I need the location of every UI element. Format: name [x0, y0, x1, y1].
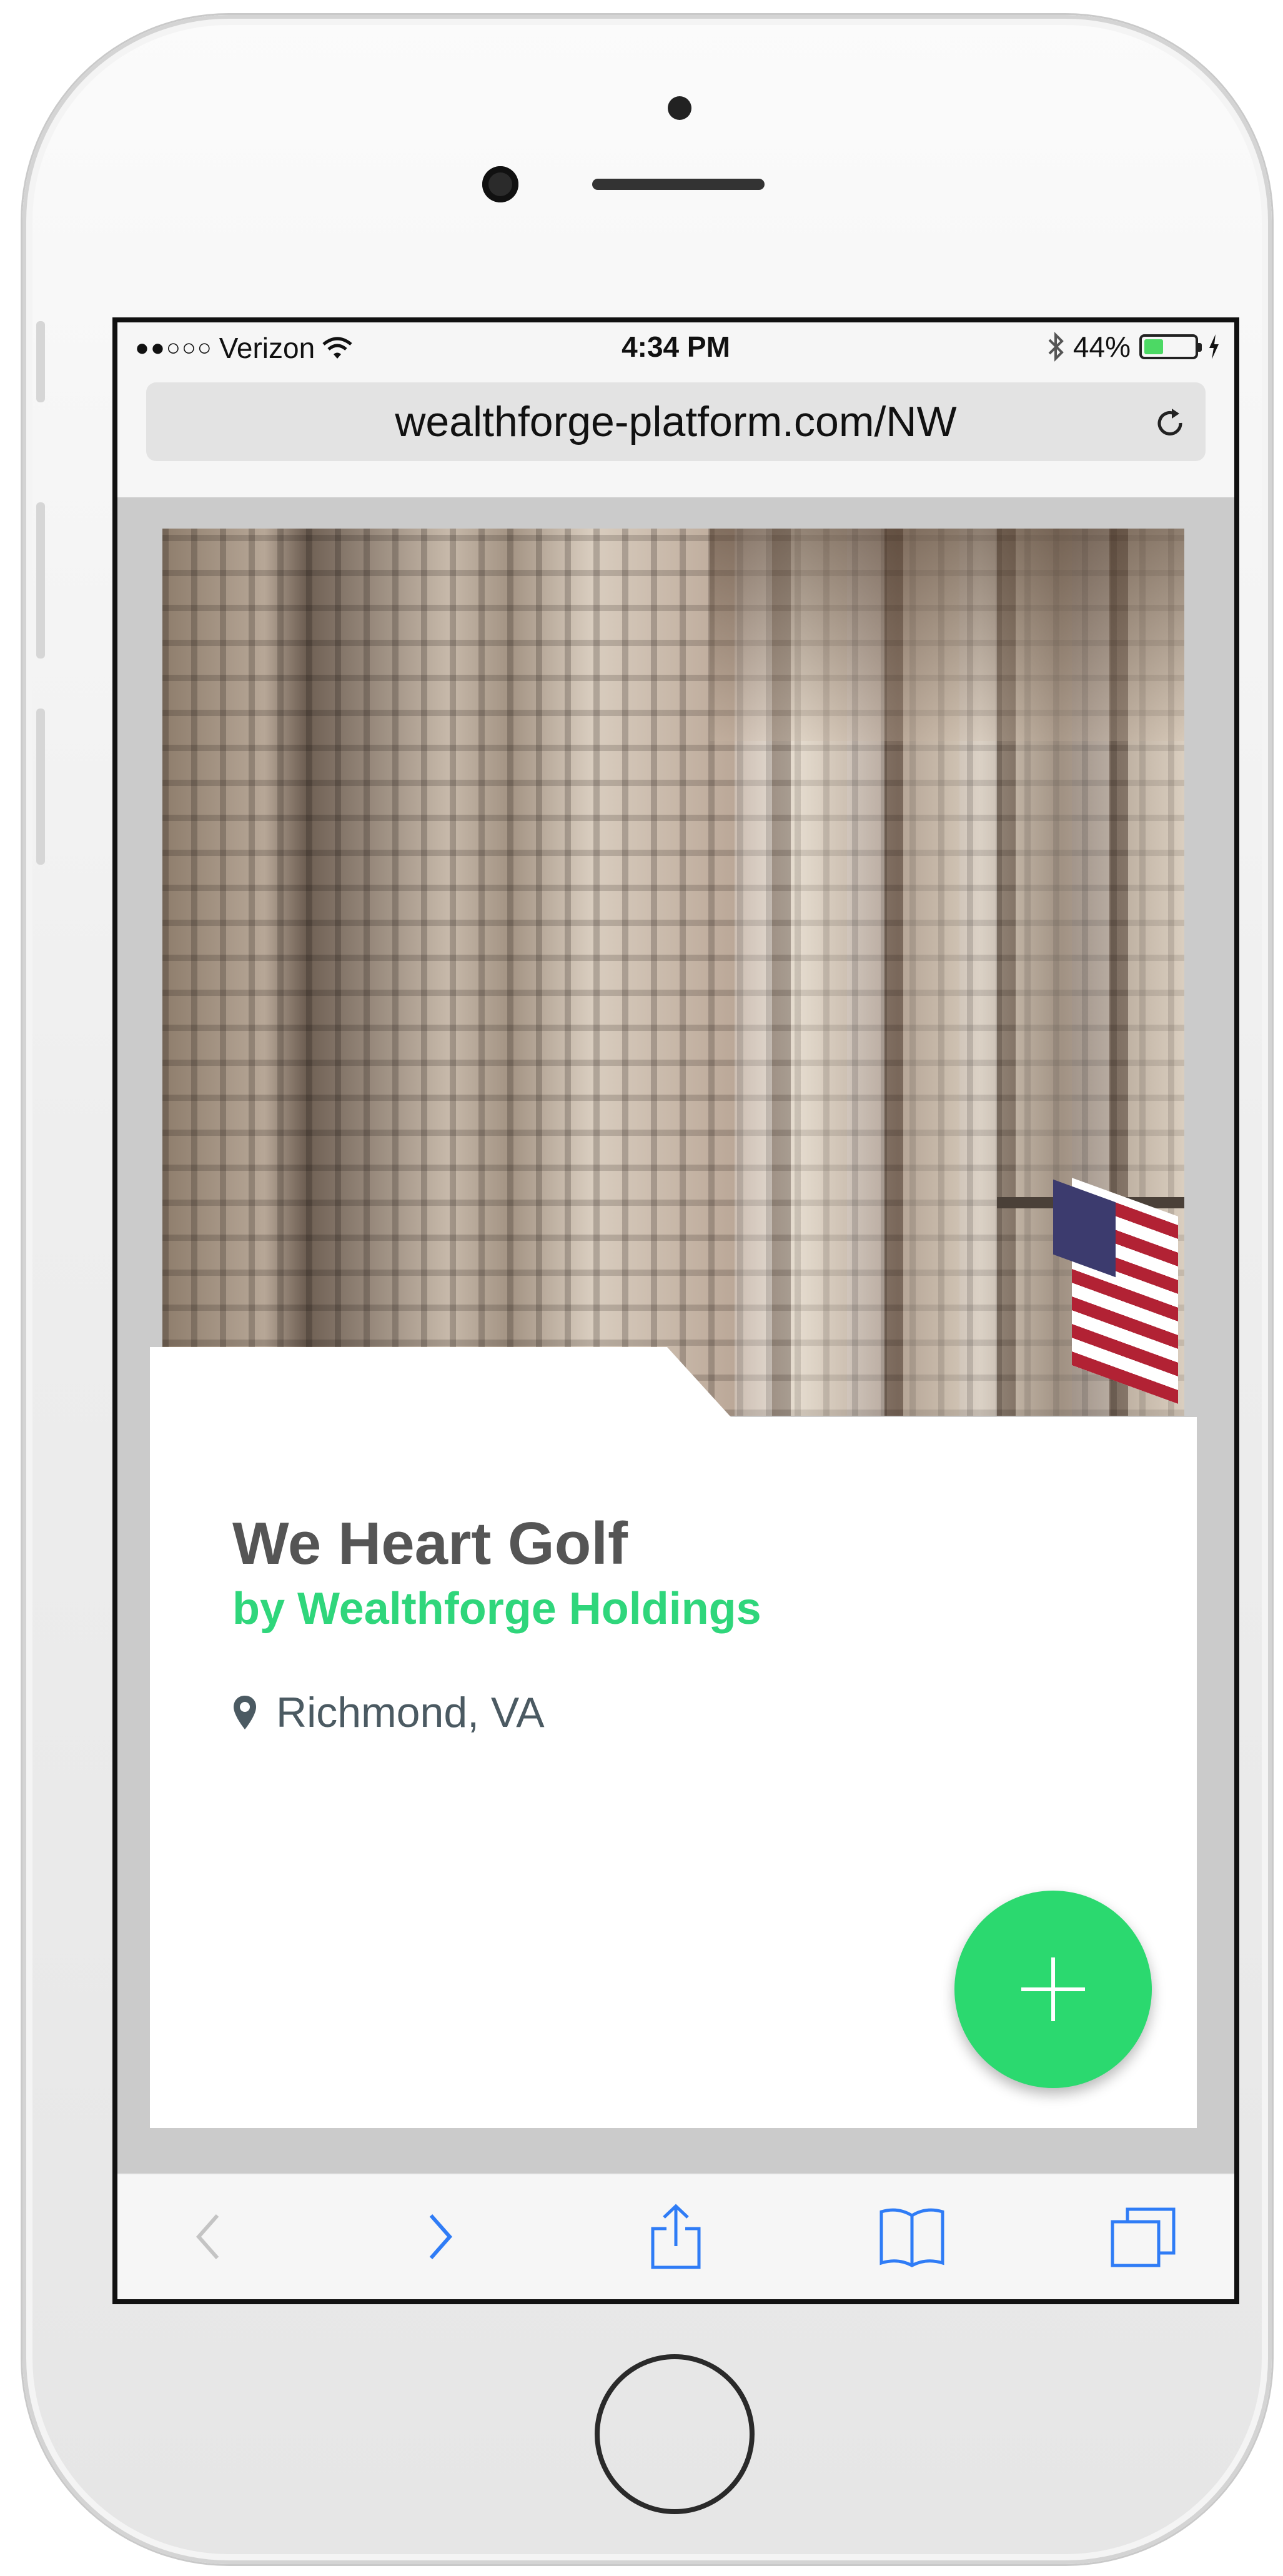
forward-button[interactable] — [402, 2199, 477, 2274]
mute-switch — [36, 321, 45, 402]
battery-level — [1144, 339, 1163, 354]
tabs-icon — [1111, 2207, 1176, 2267]
chevron-left-icon — [196, 2214, 219, 2259]
bookmarks-button[interactable] — [874, 2199, 949, 2274]
hero-image — [162, 529, 1184, 1416]
offering-title: We Heart Golf — [232, 1510, 628, 1577]
location-text: Richmond, VA — [276, 1689, 545, 1736]
book-icon — [879, 2208, 944, 2267]
battery-icon — [1139, 334, 1202, 359]
phone-frame: ●●○○○ Verizon 4:34 PM 44% wealthforge-pl… — [22, 15, 1272, 2564]
battery-cap — [1198, 343, 1202, 352]
url-text[interactable]: wealthforge-platform.com/NW — [395, 397, 956, 446]
building-entablature — [710, 529, 1184, 741]
tabs-button[interactable] — [1106, 2199, 1181, 2274]
add-button[interactable] — [954, 1891, 1152, 2088]
reload-icon[interactable] — [1152, 405, 1188, 441]
proximity-sensor — [668, 96, 691, 120]
earpiece-speaker — [592, 179, 765, 190]
offering-location: Richmond, VA — [232, 1688, 545, 1737]
back-button[interactable] — [171, 2199, 246, 2274]
status-bar: ●●○○○ Verizon 4:34 PM 44% — [117, 322, 1234, 372]
share-icon — [651, 2204, 701, 2269]
offering-issuer[interactable]: by Wealthforge Holdings — [232, 1583, 761, 1634]
bluetooth-icon — [1048, 332, 1064, 362]
front-camera — [482, 166, 518, 202]
address-bar[interactable]: wealthforge-platform.com/NW — [146, 382, 1206, 461]
chevron-right-icon — [429, 2214, 453, 2259]
browser-toolbar — [117, 2173, 1234, 2299]
volume-down-button — [36, 709, 45, 865]
volume-up-button — [36, 502, 45, 659]
screen: ●●○○○ Verizon 4:34 PM 44% wealthforge-pl… — [112, 317, 1239, 2304]
address-bar-area: wealthforge-platform.com/NW — [117, 372, 1234, 497]
plus-icon — [1021, 1957, 1085, 2021]
battery-percent: 44% — [1072, 331, 1131, 363]
map-pin-icon — [234, 1696, 256, 1729]
home-button[interactable] — [595, 2354, 755, 2514]
share-button[interactable] — [638, 2199, 713, 2274]
charging-bolt-icon — [1209, 334, 1219, 359]
